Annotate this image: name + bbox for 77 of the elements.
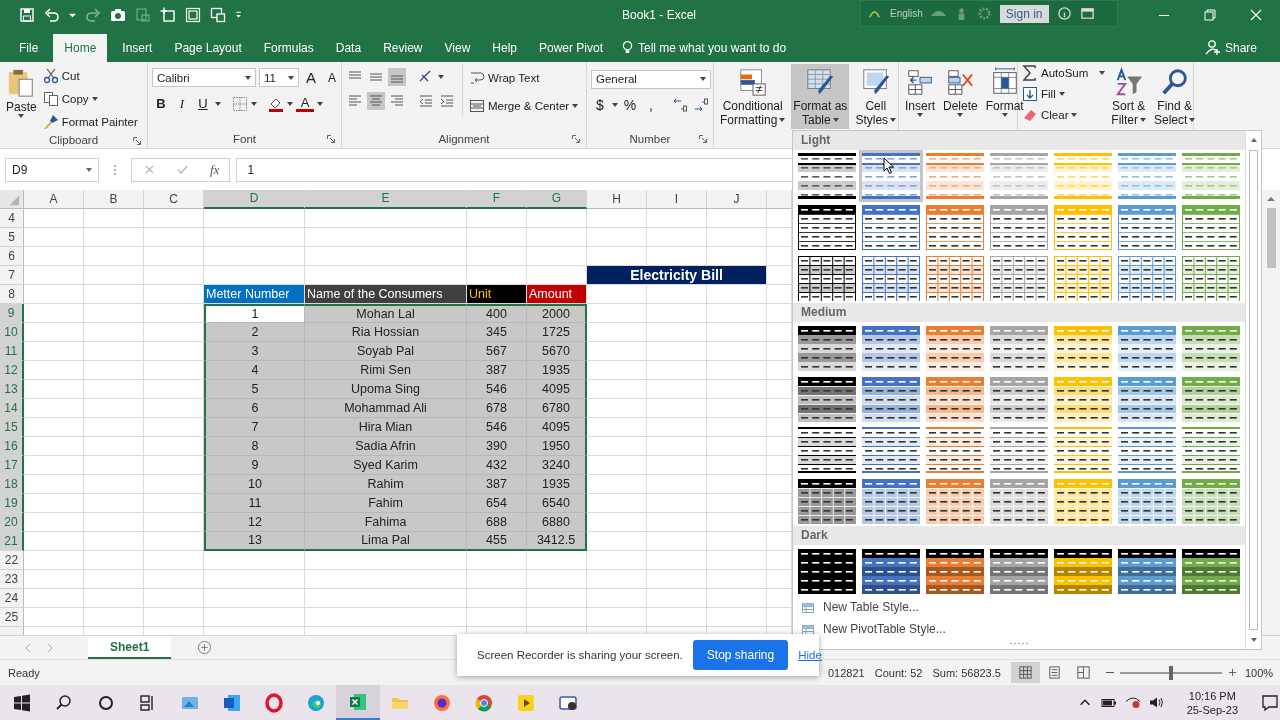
column-header[interactable]: H <box>587 189 647 209</box>
column-header[interactable]: B <box>84 189 144 209</box>
comma-style-button[interactable]: , <box>642 94 660 115</box>
sum-readout: Sum: 56823.5 <box>932 666 1001 679</box>
increase-font-size-button[interactable]: A <box>302 67 320 88</box>
decrease-font-size-button[interactable]: A <box>323 67 341 88</box>
name-box[interactable]: D9 <box>5 157 99 182</box>
styles-button[interactable]: Conditional Formatting <box>718 63 788 129</box>
tell-me-search[interactable]: Tell me what you want to do <box>638 33 787 62</box>
header-cell: Unit <box>467 284 527 304</box>
language-selector[interactable]: English <box>890 8 923 19</box>
format-painter-button[interactable]: Format Painter <box>42 111 138 132</box>
ribbon-tab[interactable]: View <box>433 33 482 62</box>
column-header[interactable]: I <box>647 189 707 209</box>
cells-button[interactable]: Insert <box>903 63 937 119</box>
zoom-level[interactable]: 100% <box>1244 666 1274 679</box>
copy-button[interactable]: Copy <box>42 88 138 109</box>
font-color-button[interactable]: A <box>296 95 314 113</box>
column-header[interactable]: J <box>707 189 767 209</box>
header-cell: Metter Number <box>204 284 305 304</box>
group-label: Font <box>233 132 256 145</box>
cells-button[interactable]: Delete <box>941 63 980 119</box>
italic-button[interactable]: I <box>173 93 191 114</box>
bold-button[interactable]: B <box>152 93 170 114</box>
styles-button[interactable]: Cell Styles <box>853 63 899 129</box>
column-header[interactable]: F <box>467 189 527 209</box>
percent-button[interactable]: % <box>621 94 639 115</box>
gallery-section-heading: Medium <box>793 303 1245 322</box>
window-title: Book1 - Excel <box>622 7 697 22</box>
wrap-text-button[interactable]: Wrap Text <box>469 67 579 88</box>
ribbon-tab[interactable]: File <box>8 33 50 62</box>
column-header[interactable]: G <box>527 189 587 209</box>
column-header[interactable]: A <box>24 189 84 209</box>
number-format-dropdown[interactable]: General <box>591 69 711 89</box>
column-header[interactable]: D <box>204 189 305 209</box>
font-family-dropdown[interactable]: Calibri <box>152 68 256 88</box>
sheet-title: Electricity Bill <box>587 265 767 285</box>
menu-item[interactable]: New Table Style... <box>795 596 1243 618</box>
ribbon-tab[interactable]: Help <box>481 33 528 62</box>
ribbon-tab[interactable]: Power Pivot <box>528 33 614 62</box>
ribbon-tab[interactable]: Review <box>372 33 434 62</box>
sheet-tab[interactable]: Sheet1 <box>88 636 172 660</box>
group-label: Alignment <box>438 132 490 145</box>
gallery-section-heading: Light <box>793 131 1245 150</box>
group-label: Number <box>629 132 671 145</box>
stop-sharing-button[interactable]: Stop sharing <box>692 640 789 670</box>
clock-time[interactable]: 10:16 PM <box>1188 688 1236 703</box>
ribbon-tab[interactable]: Home <box>53 33 108 62</box>
underline-button[interactable]: U <box>194 93 212 114</box>
merge-center-button[interactable]: Merge & Center <box>469 95 579 116</box>
share-button[interactable]: Share <box>1224 33 1280 62</box>
column-header[interactable]: E <box>305 189 467 209</box>
header-cell: Name of the Consumers <box>305 284 467 304</box>
styles-button[interactable]: Format as Table <box>791 63 850 129</box>
notification-message: Screen Recorder is sharing your screen. <box>477 649 683 661</box>
currency-button[interactable]: $ <box>591 94 609 115</box>
ribbon-tab[interactable]: Insert <box>111 33 164 62</box>
column-header[interactable]: C <box>144 189 204 209</box>
gallery-section-heading: Dark <box>793 526 1245 545</box>
average-readout: 012821 <box>828 666 865 679</box>
paste-button[interactable]: Paste <box>4 63 39 120</box>
ribbon-tab[interactable]: Formulas <box>252 33 325 62</box>
hide-link[interactable]: Hide <box>798 649 822 661</box>
ribbon-tab[interactable]: Data <box>324 33 373 62</box>
sort-filter-button[interactable]: Sort & Filter <box>1109 63 1148 129</box>
header-cell: Amount <box>527 284 587 304</box>
group-label: Clipboard <box>48 133 99 146</box>
insert-function-button[interactable]: fx <box>210 161 220 178</box>
ribbon-tab[interactable]: Page Layout <box>163 33 253 62</box>
font-size-dropdown[interactable]: 11 <box>259 68 299 88</box>
sign-in-button[interactable]: Sign in <box>999 4 1049 23</box>
clock-date[interactable]: 25-Sep-23 <box>1186 702 1238 717</box>
count-readout: Count: 52 <box>874 666 923 679</box>
find-select-button[interactable]: Find & Select <box>1152 63 1198 129</box>
cut-button[interactable]: Cut <box>42 65 138 86</box>
status-text: Ready <box>8 666 40 679</box>
autosum-button[interactable]: AutoSum <box>1022 63 1106 83</box>
